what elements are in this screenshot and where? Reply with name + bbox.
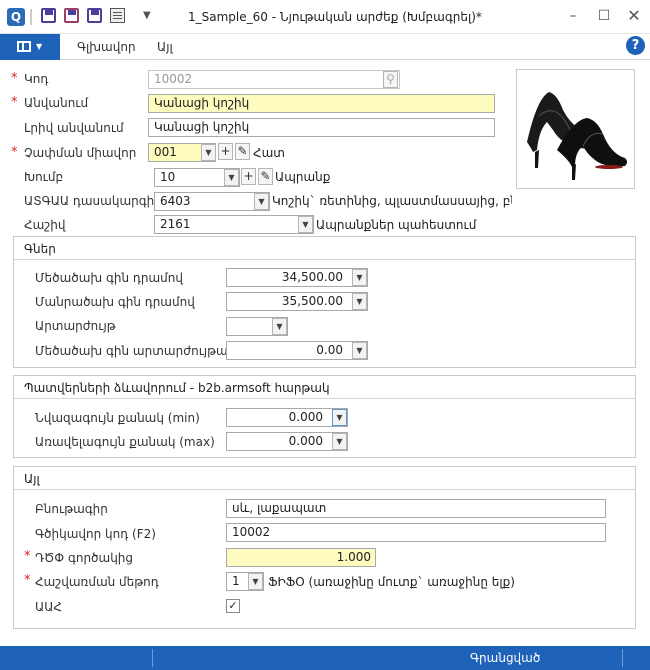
- chevron-down-icon[interactable]: ▼: [352, 269, 367, 286]
- code-field[interactable]: 10002: [148, 70, 400, 89]
- status-bar: Գրանցված: [0, 646, 650, 670]
- description-label: Բնութագիր: [35, 502, 108, 516]
- orders-title: Պատվերների ձևավորում - b2b.armsoft հարթա…: [24, 381, 330, 395]
- account-label: Հաշիվ: [24, 218, 66, 232]
- classifier-field[interactable]: 6403: [154, 192, 270, 211]
- separator: [30, 9, 32, 25]
- unit-label: Չափման միավոր: [24, 146, 137, 160]
- chevron-down-icon[interactable]: ▼: [298, 216, 313, 233]
- pick-icon[interactable]: ⚲: [383, 71, 398, 88]
- group-name: Ապրանք: [275, 170, 331, 184]
- plus-icon[interactable]: +: [241, 168, 256, 185]
- chevron-down-icon[interactable]: ▼: [224, 169, 239, 186]
- required-mark: *: [11, 145, 18, 160]
- description-field[interactable]: սև, լաքապատ: [226, 499, 606, 518]
- chevron-down-icon[interactable]: ▼: [332, 409, 347, 426]
- settings-icon[interactable]: [110, 8, 125, 23]
- shoe-image[interactable]: [516, 69, 635, 189]
- required-mark: *: [11, 95, 18, 110]
- vat-label: ԱԱՀ: [35, 600, 62, 614]
- divider: [14, 489, 635, 490]
- min-qty-field[interactable]: 0.000: [226, 408, 348, 427]
- vat-checkbox[interactable]: ✓: [226, 599, 240, 613]
- chevron-down-icon[interactable]: ▼: [254, 193, 269, 210]
- close-icon[interactable]: ✕: [626, 8, 642, 24]
- chevron-down-icon[interactable]: ▼: [272, 318, 287, 335]
- menu-icon: [17, 41, 31, 52]
- full-name-label: Լրիվ անվանում: [24, 121, 124, 135]
- required-mark: *: [24, 573, 31, 588]
- group-label: Խումբ: [24, 170, 64, 184]
- tab-main[interactable]: Գլխավոր: [77, 40, 136, 54]
- tab-other[interactable]: Այլ: [157, 40, 173, 54]
- maximize-icon[interactable]: ☐: [596, 8, 612, 24]
- calc-method-name: ՖԻՖՕ (առաջինը մուտք` առաջինը ելք): [268, 575, 515, 589]
- retail-price-field[interactable]: 35,500.00: [226, 292, 368, 311]
- name-label: Անվանում: [24, 96, 89, 110]
- save-icon[interactable]: [41, 8, 56, 23]
- classifier-name: Կոշիկ` ռետինից, պլաստմասսայից, բնակ: [272, 194, 512, 208]
- unit-name: Հատ: [253, 146, 285, 160]
- min-qty-label: Նվազագույն քանակ (min): [35, 411, 200, 425]
- code-label: Կոդ: [24, 72, 49, 86]
- window-title: 1_Sample_60 - Նյութական արժեք (Խմբագրել)…: [188, 10, 482, 24]
- account-field[interactable]: 2161: [154, 215, 314, 234]
- save-new-icon[interactable]: [87, 8, 102, 23]
- barcode-field[interactable]: 10002: [226, 523, 606, 542]
- chevron-down-icon: ▼: [36, 42, 43, 51]
- currency-label: Արտարժույթ: [35, 319, 116, 333]
- chevron-down-icon[interactable]: ▼: [201, 144, 216, 161]
- ribbon: ▼ Գլխավոր Այլ ?: [0, 34, 650, 60]
- prices-title: Գներ: [24, 242, 56, 256]
- max-qty-field[interactable]: 0.000: [226, 432, 348, 451]
- customize-caret-icon[interactable]: ▼: [143, 10, 161, 28]
- chevron-down-icon[interactable]: ▼: [332, 433, 347, 450]
- app-logo-icon[interactable]: Q: [7, 8, 25, 26]
- vat-coef-field[interactable]: 1.000: [226, 548, 376, 567]
- title-bar: Q ▼ 1_Sample_60 - Նյութական արժեք (Խմբագ…: [0, 0, 650, 34]
- wholesale-price-label: Մեծածախ գին դրամով: [35, 271, 183, 285]
- pencil-icon[interactable]: ✎: [258, 168, 273, 185]
- retail-price-label: Մանրածախ գին դրամով: [35, 295, 195, 309]
- chevron-down-icon[interactable]: ▼: [352, 342, 367, 359]
- account-name: Ապրանքներ պահեստում: [316, 218, 477, 232]
- divider: [14, 259, 635, 260]
- vat-coef-label: ԴԾՓ գործակից: [35, 551, 134, 565]
- help-icon[interactable]: ?: [626, 36, 645, 55]
- divider: [14, 398, 635, 399]
- plus-icon[interactable]: +: [218, 143, 233, 160]
- chevron-down-icon[interactable]: ▼: [248, 573, 263, 590]
- other-title: Այլ: [24, 472, 40, 486]
- wholesale-fx-label: Մեծածախ գին արտարժույթային: [35, 344, 247, 358]
- minimize-icon[interactable]: –: [565, 8, 581, 24]
- wholesale-price-field[interactable]: 34,500.00: [226, 268, 368, 287]
- save-close-icon[interactable]: [64, 8, 79, 23]
- full-name-field[interactable]: Կանացի կոշիկ: [148, 118, 495, 137]
- wholesale-fx-field[interactable]: 0.00: [226, 341, 368, 360]
- barcode-label: Գծիկավոր կոդ (F2): [35, 527, 156, 541]
- max-qty-label: Առավելագույն քանակ (max): [35, 435, 215, 449]
- status-text: Գրանցված: [470, 651, 541, 665]
- classifier-label: ԱՏԳԱԱ դասակարգիչ: [24, 194, 160, 208]
- menu-button[interactable]: ▼: [0, 34, 60, 60]
- separator: [622, 649, 623, 667]
- chevron-down-icon[interactable]: ▼: [352, 293, 367, 310]
- name-field[interactable]: Կանացի կոշիկ: [148, 94, 495, 113]
- required-mark: *: [11, 71, 18, 86]
- pencil-icon[interactable]: ✎: [235, 143, 250, 160]
- separator: [152, 649, 153, 667]
- calc-method-label: Հաշվառման մեթոդ: [35, 575, 159, 589]
- required-mark: *: [24, 549, 31, 564]
